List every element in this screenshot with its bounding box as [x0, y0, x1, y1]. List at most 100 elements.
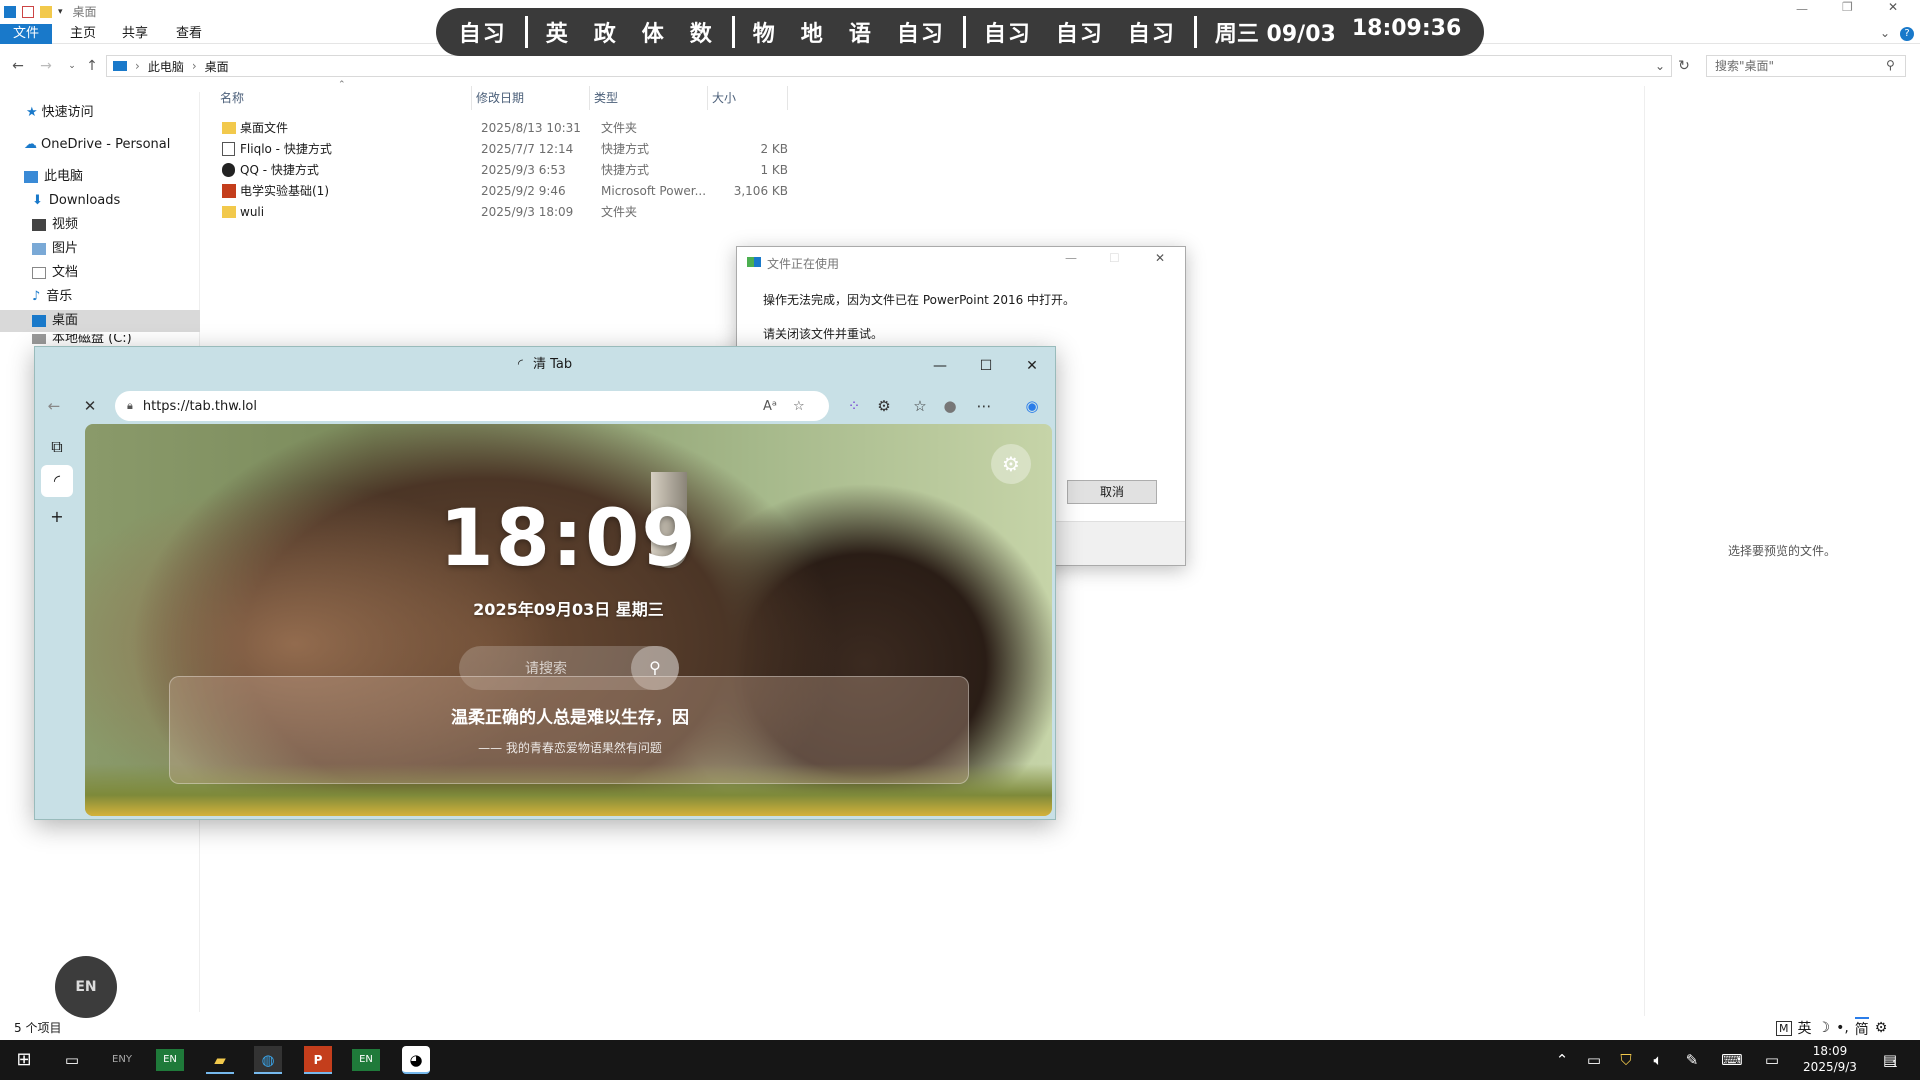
- extension-dots-icon[interactable]: ⁘: [843, 395, 865, 417]
- ime-punctuation-icon[interactable]: •,: [1836, 1020, 1849, 1036]
- table-row[interactable]: Fliqlo - 快捷方式 2025/7/7 12:14 快捷方式 2 KB: [216, 139, 796, 160]
- more-menu-icon[interactable]: ⋯: [973, 395, 995, 417]
- sidebar-item-documents[interactable]: 文档: [0, 262, 200, 284]
- sidebar-item-onedrive[interactable]: ☁ OneDrive - Personal: [0, 134, 200, 156]
- browser-close-icon[interactable]: ✕: [1021, 355, 1043, 377]
- qq-icon[interactable]: ◕: [402, 1046, 430, 1074]
- file-explorer-icon[interactable]: ▰: [206, 1046, 234, 1074]
- ime-language-toggle[interactable]: 英: [1798, 1018, 1812, 1038]
- favorite-star-icon[interactable]: ☆: [793, 399, 805, 414]
- sidebar-item-label: Downloads: [48, 193, 121, 208]
- search-input[interactable]: 搜索"桌面": [1706, 55, 1906, 77]
- forward-icon[interactable]: →: [36, 56, 56, 76]
- language-float-button[interactable]: EN: [55, 956, 117, 1018]
- security-shield-icon[interactable]: ⛉: [1612, 1046, 1640, 1074]
- volume-icon[interactable]: 🔈︎: [1644, 1046, 1672, 1074]
- ime-simplified-toggle[interactable]: 简: [1854, 1017, 1869, 1039]
- cancel-button[interactable]: 取消: [1067, 480, 1157, 504]
- back-icon[interactable]: ←: [43, 395, 65, 417]
- schedule-item: 物: [752, 22, 777, 47]
- table-row[interactable]: 桌面文件 2025/8/13 10:31 文件夹: [216, 118, 796, 139]
- file-date: 2025/9/2 9:46: [481, 184, 566, 198]
- minimize-icon[interactable]: —: [1796, 2, 1808, 16]
- quote-card: 温柔正确的人总是难以生存，因 —— 我的青春恋爱物语果然有问题: [169, 676, 969, 784]
- refresh-icon[interactable]: ↻: [1674, 56, 1694, 76]
- stop-loading-icon[interactable]: ✕: [79, 395, 101, 417]
- active-tab-loading-icon[interactable]: ◜: [41, 465, 73, 497]
- schedule-group: 自习: [459, 16, 507, 48]
- ime-mode-icon[interactable]: M: [1776, 1020, 1792, 1036]
- tab-file[interactable]: 文件: [0, 24, 52, 44]
- breadcrumb-this-pc[interactable]: 此电脑: [148, 58, 184, 75]
- sidebar-item-downloads[interactable]: ⬇ Downloads: [0, 190, 200, 212]
- ime-app-icon[interactable]: ENY: [108, 1046, 136, 1074]
- column-header-date[interactable]: 修改日期: [472, 86, 590, 110]
- breadcrumb-desktop[interactable]: 桌面: [205, 58, 229, 75]
- ime-settings-icon[interactable]: ⚙: [1875, 1020, 1888, 1036]
- column-header-type[interactable]: 类型: [590, 86, 708, 110]
- schedule-time: 18:09:36: [1351, 16, 1462, 41]
- back-icon[interactable]: ←: [8, 56, 28, 76]
- read-aloud-icon[interactable]: Aᵃ: [763, 399, 777, 414]
- favorites-icon[interactable]: ☆: [909, 395, 931, 417]
- file-type: 快捷方式: [601, 163, 650, 177]
- browser-maximize-icon[interactable]: ☐: [975, 355, 997, 377]
- sort-ascending-icon: ⌃: [338, 80, 346, 90]
- new-tab-icon[interactable]: +: [41, 501, 73, 533]
- notification-icon[interactable]: ▤: [1876, 1046, 1904, 1074]
- table-row[interactable]: 电学实验基础(1) 2025/9/2 9:46 Microsoft Power.…: [216, 181, 796, 202]
- properties-icon[interactable]: [22, 5, 34, 18]
- url-bar[interactable]: 🔒︎ https://tab.thw.lol Aᵃ ☆: [115, 391, 829, 421]
- file-size: 1 KB: [760, 163, 788, 177]
- start-windows-icon[interactable]: ⊞: [10, 1046, 38, 1074]
- schedule-group: 自习 自习 自习: [984, 16, 1176, 48]
- close-icon[interactable]: ✕: [1888, 0, 1898, 14]
- tab-view[interactable]: 查看: [166, 24, 212, 44]
- browser-minimize-icon[interactable]: —: [929, 355, 951, 377]
- powerpoint-icon[interactable]: P: [304, 1046, 332, 1074]
- table-row[interactable]: QQ - 快捷方式 2025/9/3 6:53 快捷方式 1 KB: [216, 160, 796, 181]
- recent-locations-icon[interactable]: ⌄: [62, 56, 82, 76]
- settings-gear-icon[interactable]: ⚙: [991, 444, 1031, 484]
- touch-keyboard-icon[interactable]: ⌨: [1718, 1046, 1746, 1074]
- address-dropdown-icon[interactable]: ⌄: [1655, 59, 1665, 73]
- sidebar-item-quick-access[interactable]: ★ 快速访问: [0, 102, 200, 124]
- edge-browser-icon[interactable]: ◍: [254, 1046, 282, 1074]
- sidebar-item-local-disk[interactable]: 本地磁盘 (C:): [0, 334, 200, 344]
- table-row[interactable]: wuli 2025/9/3 18:09 文件夹: [216, 202, 796, 223]
- help-icon[interactable]: ?: [1900, 27, 1914, 41]
- sidebar-item-pictures[interactable]: 图片: [0, 238, 200, 260]
- dialog-close-icon[interactable]: ✕: [1155, 251, 1165, 265]
- column-header-size[interactable]: 大小: [708, 86, 788, 110]
- pen-icon[interactable]: ✎: [1678, 1046, 1706, 1074]
- en-app-icon[interactable]: EN: [156, 1049, 184, 1071]
- profile-avatar-icon[interactable]: ●: [939, 395, 961, 417]
- dialog-maximize-icon: ☐: [1109, 251, 1120, 265]
- network-icon[interactable]: ▭: [1580, 1046, 1608, 1074]
- system-clock[interactable]: 18:09 2025/9/3: [1790, 1043, 1870, 1075]
- extensions-icon[interactable]: ⚙: [873, 395, 895, 417]
- sidebar-item-desktop[interactable]: 桌面: [0, 310, 200, 332]
- sidebar-item-music[interactable]: ♪ 音乐: [0, 286, 200, 308]
- up-icon[interactable]: ↑: [82, 56, 102, 76]
- en-app-icon[interactable]: EN: [352, 1049, 380, 1071]
- tray-overflow-icon[interactable]: ⌃: [1548, 1046, 1576, 1074]
- preview-pane-divider[interactable]: [1644, 86, 1645, 1016]
- tab-actions-icon[interactable]: ⧉: [41, 431, 73, 463]
- dialog-minimize-icon[interactable]: —: [1065, 251, 1077, 265]
- customize-toolbar-icon[interactable]: ▾: [58, 7, 63, 17]
- restore-icon[interactable]: ❐: [1842, 0, 1853, 14]
- new-folder-icon[interactable]: [40, 5, 52, 18]
- tab-share[interactable]: 共享: [112, 24, 158, 44]
- sidebar-item-videos[interactable]: 视频: [0, 214, 200, 236]
- task-view-icon[interactable]: ▭: [58, 1046, 86, 1074]
- expand-ribbon-icon[interactable]: ⌄: [1880, 26, 1890, 40]
- tab-home[interactable]: 主页: [60, 24, 106, 44]
- address-box[interactable]: › 此电脑 › 桌面 ⌄: [106, 55, 1672, 77]
- copilot-icon[interactable]: ◉: [1021, 395, 1043, 417]
- ime-moon-icon[interactable]: ☽: [1818, 1020, 1831, 1036]
- file-date: 2025/7/7 12:14: [481, 142, 574, 156]
- display-icon[interactable]: ▭: [1758, 1046, 1786, 1074]
- sidebar-item-this-pc[interactable]: 此电脑: [0, 166, 200, 188]
- breadcrumb-separator-icon: ›: [135, 59, 140, 73]
